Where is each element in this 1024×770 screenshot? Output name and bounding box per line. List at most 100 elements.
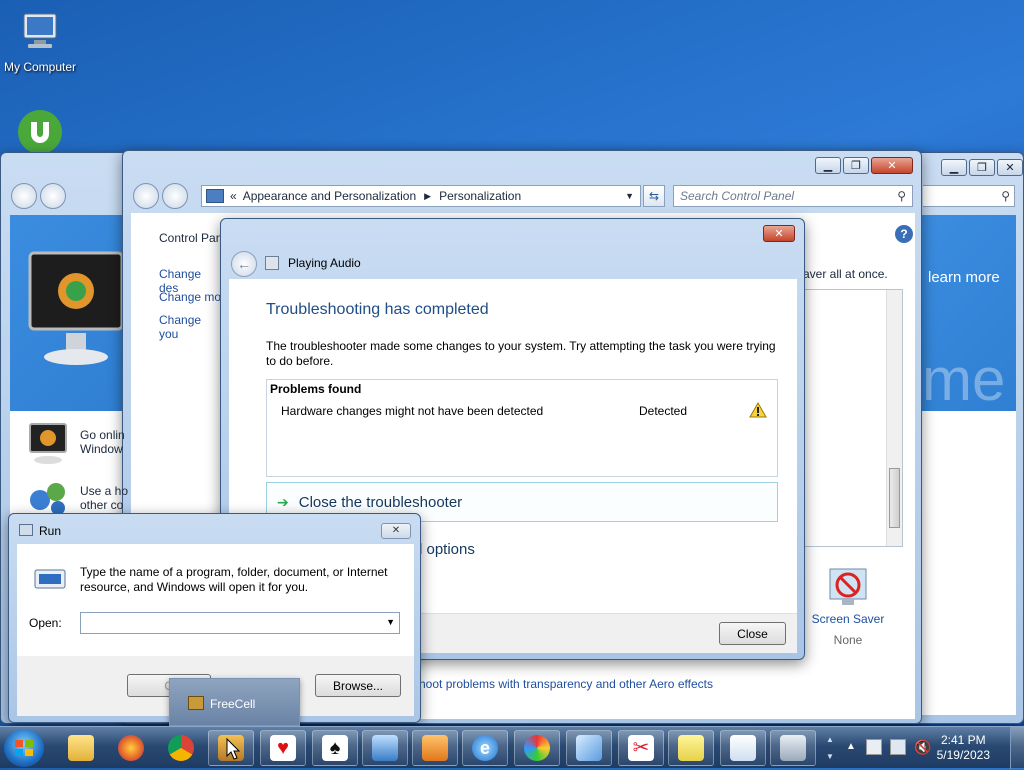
address-dropdown-icon[interactable]: ▼ bbox=[625, 191, 634, 201]
utorrent-icon bbox=[16, 108, 64, 156]
hearts-icon: ♥ bbox=[270, 735, 296, 761]
additional-options-link[interactable]: l options bbox=[419, 541, 475, 558]
close-troubleshooter-label: Close the troubleshooter bbox=[298, 493, 463, 511]
my-computer-icon bbox=[16, 8, 64, 56]
volume-muted-icon[interactable]: 🔇 bbox=[914, 739, 931, 755]
personalization-banner-right: learn more me bbox=[922, 215, 1016, 413]
taskbar-chrome[interactable] bbox=[158, 730, 204, 766]
aero-troubleshoot-link[interactable]: hoot problems with transparency and othe… bbox=[419, 677, 713, 691]
go-online-item[interactable]: Go onlin Window bbox=[26, 420, 125, 466]
taskbar-internet-explorer[interactable]: e bbox=[462, 730, 508, 766]
warning-icon bbox=[749, 402, 767, 418]
show-hidden-icons[interactable]: ▲ bbox=[846, 741, 856, 752]
breadcrumb-appearance[interactable]: Appearance and Personalization bbox=[243, 189, 416, 203]
help-icon[interactable]: ? bbox=[895, 225, 913, 243]
screen-saver-value: None bbox=[833, 633, 863, 647]
restore-button[interactable]: ❐ bbox=[969, 159, 995, 176]
desktop-icon-my-computer[interactable]: My Computer bbox=[0, 8, 80, 74]
action-center-icon[interactable] bbox=[866, 739, 882, 755]
windows-orb-icon[interactable] bbox=[4, 729, 44, 767]
personalization-banner-left bbox=[10, 215, 130, 411]
theme-list-scrollbar[interactable] bbox=[886, 290, 902, 546]
problem-name[interactable]: Hardware changes might not have been det… bbox=[281, 404, 543, 418]
firefox-icon bbox=[118, 735, 144, 761]
taskbar: ♥ ♠ e ✂ ▲ ▼ ▲ 🔇 2:41 PM 5/19/2023 bbox=[0, 726, 1024, 769]
minimize-button[interactable]: ▁ bbox=[941, 159, 967, 176]
taskbar-solitaire[interactable]: ♠ bbox=[312, 730, 358, 766]
address-bar[interactable]: « Appearance and Personalization ▶ Perso… bbox=[201, 185, 641, 207]
learn-more-link[interactable]: learn more bbox=[928, 269, 1000, 286]
mouse-cursor-icon bbox=[226, 738, 240, 760]
remote-desktop-icon bbox=[372, 735, 398, 761]
taskbar-media-player[interactable] bbox=[412, 730, 458, 766]
network-icon[interactable] bbox=[890, 739, 906, 755]
scissors-icon: ✂ bbox=[628, 735, 654, 761]
document-icon bbox=[730, 735, 756, 761]
control-panel-home-link[interactable]: Control Pan bbox=[159, 231, 222, 245]
problems-list: Problems found Hardware changes might no… bbox=[266, 379, 778, 477]
problem-status: Detected bbox=[639, 404, 688, 418]
background-search[interactable]: ⚲ bbox=[923, 185, 1015, 207]
network-icon bbox=[30, 483, 65, 515]
breadcrumb-arrow-icon[interactable]: ▶ bbox=[424, 191, 431, 202]
dropdown-icon[interactable]: ▼ bbox=[386, 617, 395, 627]
forward-button[interactable] bbox=[40, 183, 67, 209]
browse-button[interactable]: Browse... bbox=[315, 674, 401, 697]
forward-button[interactable] bbox=[162, 183, 189, 209]
run-description: Type the name of a program, folder, docu… bbox=[80, 565, 388, 594]
close-button[interactable]: ✕ bbox=[997, 159, 1023, 176]
screen-saver-item[interactable]: Screen Saver None bbox=[803, 565, 893, 647]
control-panel-icon bbox=[780, 735, 806, 761]
other-line2: other co bbox=[80, 498, 124, 512]
search-input[interactable]: Search Control Panel ⚲ bbox=[673, 185, 913, 207]
other-line1: Use a ho bbox=[80, 484, 129, 498]
refresh-icon[interactable]: ⇆ bbox=[643, 185, 665, 207]
open-label: Open: bbox=[29, 616, 62, 630]
run-body: Type the name of a program, folder, docu… bbox=[17, 544, 414, 656]
taskbar-hearts[interactable]: ♥ bbox=[260, 730, 306, 766]
close-troubleshooter-button[interactable]: Close bbox=[719, 622, 786, 645]
open-combobox[interactable]: ▼ bbox=[80, 612, 400, 634]
back-button[interactable] bbox=[11, 183, 37, 209]
minimize-button[interactable]: ▁ bbox=[815, 157, 841, 174]
result-description: The troubleshooter made some changes to … bbox=[266, 339, 776, 368]
run-title: Run bbox=[39, 524, 62, 538]
screen-saver-label[interactable]: Screen Saver bbox=[803, 612, 893, 626]
problems-header: Problems found bbox=[270, 382, 362, 396]
taskbar-notepad[interactable] bbox=[720, 730, 766, 766]
taskbar-snipping-tool[interactable]: ✂ bbox=[618, 730, 664, 766]
taskbar-remote-desktop[interactable] bbox=[362, 730, 408, 766]
scrollbar-thumb[interactable] bbox=[889, 468, 900, 528]
freecell-thumbnail[interactable]: FreeCell bbox=[169, 678, 300, 726]
left-link-2[interactable]: Change mo bbox=[159, 290, 221, 304]
left-link-3[interactable]: Change you bbox=[159, 313, 223, 341]
control-panel-window-controls: ▁ ❐ ✕ bbox=[815, 157, 913, 175]
taskbar-scroll[interactable]: ▲ ▼ bbox=[824, 731, 836, 765]
back-button[interactable] bbox=[133, 183, 159, 209]
run-close-button[interactable]: ✕ bbox=[381, 523, 411, 539]
taskbar-sticky-notes[interactable] bbox=[668, 730, 714, 766]
search-icon: ⚲ bbox=[1001, 189, 1010, 203]
breadcrumb-personalization[interactable]: Personalization bbox=[439, 189, 521, 203]
go-online-line2: Window bbox=[80, 442, 123, 456]
taskbar-control-panel[interactable] bbox=[770, 730, 816, 766]
taskbar-paint[interactable] bbox=[514, 730, 560, 766]
troubleshooter-icon bbox=[265, 256, 279, 270]
show-desktop-button[interactable] bbox=[1010, 727, 1024, 769]
clock[interactable]: 2:41 PM 5/19/2023 bbox=[937, 733, 990, 763]
control-panel-icon bbox=[206, 189, 224, 203]
close-button[interactable]: ✕ bbox=[871, 157, 913, 174]
taskbar-send[interactable] bbox=[566, 730, 612, 766]
folder-icon bbox=[68, 735, 94, 761]
monitor-image bbox=[28, 251, 124, 365]
theme-list[interactable] bbox=[803, 289, 903, 547]
back-arrow-icon[interactable]: ← bbox=[231, 251, 257, 277]
screen-saver-icon bbox=[829, 568, 867, 605]
taskbar-explorer[interactable] bbox=[58, 730, 104, 766]
maximize-button[interactable]: ❐ bbox=[843, 157, 869, 174]
banner-text: me bbox=[922, 346, 1006, 413]
taskbar-firefox[interactable] bbox=[108, 730, 154, 766]
close-button[interactable]: ✕ bbox=[763, 225, 795, 242]
ie-icon: e bbox=[472, 735, 498, 761]
address-separator: « bbox=[230, 189, 237, 203]
